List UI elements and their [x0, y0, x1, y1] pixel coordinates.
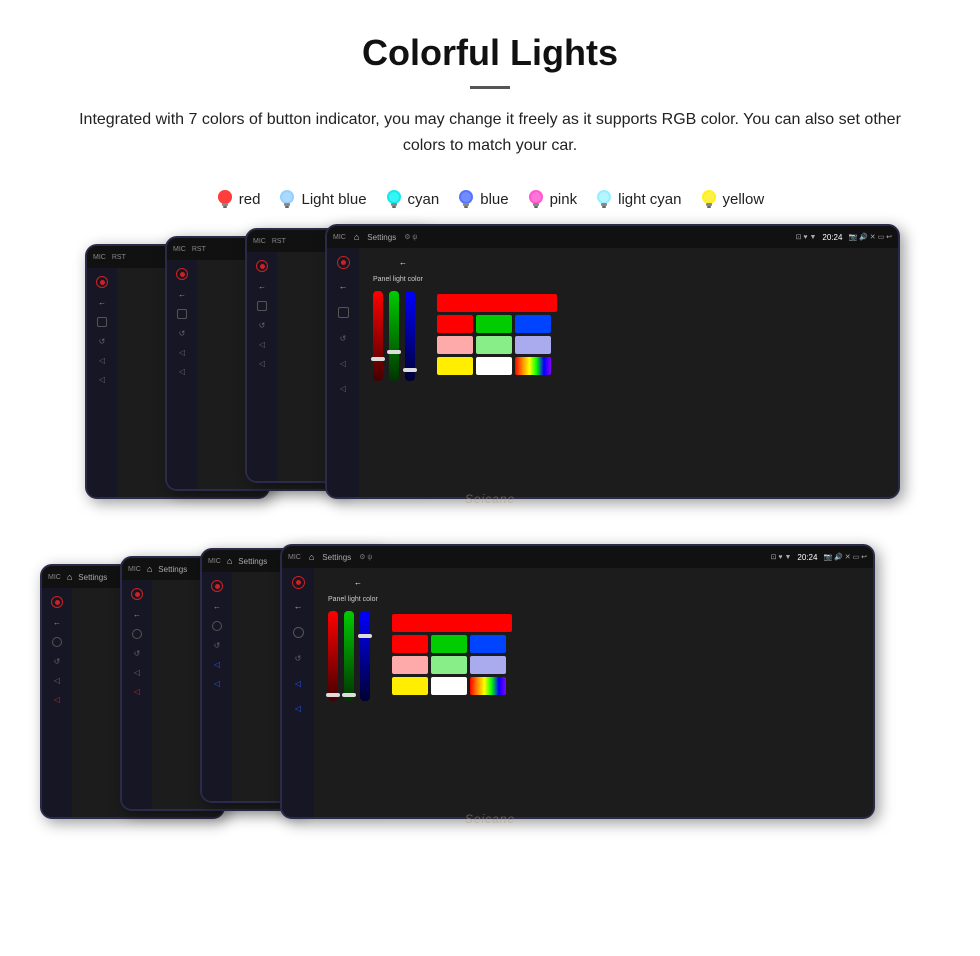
color-label-cyan: cyan — [408, 191, 440, 208]
color-item-cyan: cyan — [385, 188, 440, 210]
bottom-device-stack: MIC ⌂ Settings ← ↺ ◁ ◁ — [30, 544, 950, 834]
color-label-lightcyan: light cyan — [618, 191, 681, 208]
bulb-icon-pink — [527, 188, 545, 210]
bulb-icon-cyan — [385, 188, 403, 210]
bulb-icon-yellow — [700, 188, 718, 210]
panel-light-label-bottom: Panel light color — [328, 596, 378, 603]
bottom-device-card-4-main: MIC ⌂ Settings ⚙ ψ ⊡ ♥ ▼ 20:24 📷 🔊 ✕ ▭ ↩ — [280, 544, 875, 819]
back-arrow-top: ← — [399, 258, 407, 267]
page-description: Integrated with 7 colors of button indic… — [60, 107, 920, 158]
page-title: Colorful Lights — [60, 32, 920, 74]
color-label-blue: blue — [480, 191, 508, 208]
color-label-lightblue: Light blue — [301, 191, 366, 208]
bulb-icon-lightcyan — [595, 188, 613, 210]
color-indicators-row: red Light blue cyan blue — [0, 174, 980, 224]
page-header: Colorful Lights Integrated with 7 colors… — [0, 0, 980, 174]
clock-display: 20:24 — [822, 233, 842, 242]
device-card-4-main: MIC ⌂ Settings ⚙ ψ ⊡ ♥ ▼ 20:24 📷 🔊 ✕ ▭ ↩ — [325, 224, 900, 499]
top-device-stack: MIC RST ⌂ ← ↺ — [30, 224, 950, 514]
color-label-red: red — [239, 191, 261, 208]
color-item-blue: blue — [457, 188, 508, 210]
panel-light-label: Panel light color — [373, 276, 423, 283]
color-label-yellow: yellow — [723, 191, 765, 208]
color-item-red: red — [216, 188, 261, 210]
color-item-pink: pink — [527, 188, 578, 210]
bulb-icon-red — [216, 188, 234, 210]
color-item-lightcyan: light cyan — [595, 188, 681, 210]
color-label-pink: pink — [550, 191, 578, 208]
top-device-section: MIC RST ⌂ ← ↺ — [0, 224, 980, 534]
bulb-icon-blue — [457, 188, 475, 210]
bulb-icon-lightblue — [278, 188, 296, 210]
bottom-device-section: MIC ⌂ Settings ← ↺ ◁ ◁ — [0, 544, 980, 864]
settings-label-top: Settings — [367, 233, 396, 242]
color-item-yellow: yellow — [700, 188, 765, 210]
color-item-lightblue: Light blue — [278, 188, 366, 210]
title-divider — [470, 86, 510, 89]
